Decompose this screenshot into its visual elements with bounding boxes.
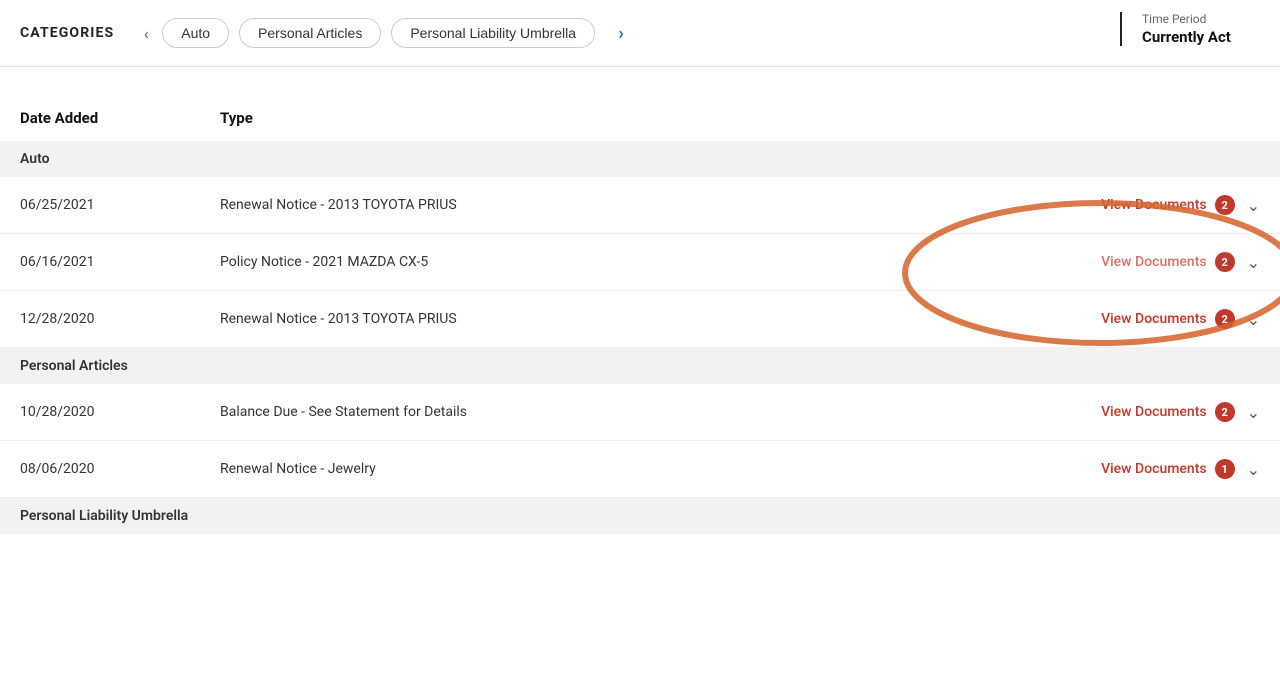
col-date-header: Date Added [20, 109, 220, 127]
nav-prev-button[interactable]: ‹ [130, 17, 162, 49]
row-date: 06/25/2021 [20, 197, 220, 213]
row-type: Balance Due - See Statement for Details [220, 404, 1101, 420]
row-date: 06/16/2021 [20, 254, 220, 270]
row-type: Renewal Notice - 2013 TOYOTA PRIUS [220, 311, 1101, 327]
top-bar: CATEGORIES ‹ Auto Personal Articles Pers… [0, 0, 1280, 67]
row-type: Policy Notice - 2021 MAZDA CX-5 [220, 254, 1101, 270]
row-date: 12/28/2020 [20, 311, 220, 327]
row-type: Renewal Notice - 2013 TOYOTA PRIUS [220, 197, 1101, 213]
tab-personal-liability-umbrella[interactable]: Personal Liability Umbrella [391, 18, 595, 48]
doc-count-badge: 2 [1215, 252, 1235, 272]
doc-count-badge: 2 [1215, 309, 1235, 329]
column-headers: Date Added Type [0, 87, 1280, 141]
view-documents-link[interactable]: View Documents [1101, 197, 1207, 213]
doc-count-badge: 1 [1215, 459, 1235, 479]
row-action: View Documents 2 ⌄ [1101, 195, 1260, 215]
time-period-value: Currently Act [1142, 28, 1231, 46]
row-action: View Documents 2 ⌄ [1101, 252, 1260, 272]
chevron-down-icon[interactable]: ⌄ [1247, 196, 1260, 215]
chevron-down-icon[interactable]: ⌄ [1247, 253, 1260, 272]
section-header-umbrella: Personal Liability Umbrella [0, 498, 1280, 534]
table-body: Auto 06/25/2021 Renewal Notice - 2013 TO… [0, 141, 1280, 534]
view-documents-link[interactable]: View Documents [1101, 311, 1207, 327]
doc-count-badge: 2 [1215, 402, 1235, 422]
table-row: 12/28/2020 Renewal Notice - 2013 TOYOTA … [0, 291, 1280, 348]
col-type-header: Type [220, 109, 1260, 127]
categories-label: CATEGORIES [0, 25, 114, 41]
chevron-down-icon[interactable]: ⌄ [1247, 403, 1260, 422]
category-tabs: Auto Personal Articles Personal Liabilit… [162, 17, 1280, 49]
view-documents-link[interactable]: View Documents [1101, 461, 1207, 477]
section-header-auto: Auto [0, 141, 1280, 177]
table-row: 06/25/2021 Renewal Notice - 2013 TOYOTA … [0, 177, 1280, 234]
tab-personal-articles[interactable]: Personal Articles [239, 18, 381, 48]
time-period-section: Time Period Currently Act [1120, 12, 1280, 46]
row-type: Renewal Notice - Jewelry [220, 461, 1101, 477]
row-date: 08/06/2020 [20, 461, 220, 477]
row-date: 10/28/2020 [20, 404, 220, 420]
tab-auto[interactable]: Auto [162, 18, 229, 48]
view-documents-link[interactable]: View Documents [1101, 254, 1207, 270]
nav-next-button[interactable]: › [605, 17, 637, 49]
table-row: 10/28/2020 Balance Due - See Statement f… [0, 384, 1280, 441]
row-action: View Documents 2 ⌄ [1101, 309, 1260, 329]
page-wrapper: CATEGORIES ‹ Auto Personal Articles Pers… [0, 0, 1280, 681]
chevron-down-icon[interactable]: ⌄ [1247, 460, 1260, 479]
spacer [0, 67, 1280, 87]
doc-count-badge: 2 [1215, 195, 1235, 215]
row-action: View Documents 2 ⌄ [1101, 402, 1260, 422]
table-row: 06/16/2021 Policy Notice - 2021 MAZDA CX… [0, 234, 1280, 291]
time-period-label: Time Period [1142, 12, 1206, 26]
section-header-personal-articles: Personal Articles [0, 348, 1280, 384]
chevron-down-icon[interactable]: ⌄ [1247, 310, 1260, 329]
row-action: View Documents 1 ⌄ [1101, 459, 1260, 479]
table-row: 08/06/2020 Renewal Notice - Jewelry View… [0, 441, 1280, 498]
view-documents-link[interactable]: View Documents [1101, 404, 1207, 420]
